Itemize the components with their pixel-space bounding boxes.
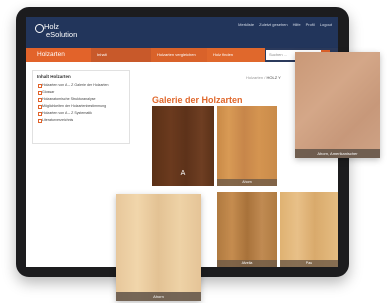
top-nav: Merkliste Zuletzt gesehen Hilfe Profil L…	[238, 22, 332, 27]
floating-sample-ahorn-amerikanisch: Ahorn, Amerikanischer	[295, 52, 380, 158]
sidebar-item-literatur[interactable]: Literaturverzeichnis	[38, 118, 109, 123]
site-header: Holz eSolution Merkliste Zuletzt gesehen…	[26, 17, 338, 48]
sidebar-item-galerie[interactable]: Holzarten von A – Z Galerie der Holzarte…	[38, 83, 109, 88]
nav-merkliste[interactable]: Merkliste	[238, 22, 254, 27]
gallery-tile-ahorn[interactable]: Ahorn	[217, 106, 277, 186]
nav-zuletzt-gesehen[interactable]: Zuletzt gesehen	[259, 22, 287, 27]
site-logo[interactable]: Holz eSolution	[35, 23, 78, 39]
breadcrumb: Holzarten / HOLZ Y	[246, 75, 281, 80]
tile-letter: A	[180, 170, 186, 177]
sidebar: Inhalt Holzarten Holzarten von A – Z Gal…	[32, 70, 130, 144]
sidebar-item-glossar[interactable]: Glossar	[38, 90, 109, 95]
sidebar-list: Holzarten von A – Z Galerie der Holzarte…	[38, 83, 109, 125]
sub-navigation: Holzarten Inhalt Holzarten vergleichen H…	[26, 48, 338, 62]
gallery-tile-letter[interactable]: A	[152, 106, 214, 186]
tile-caption: Afzelia	[217, 260, 277, 267]
gallery-tile-pau[interactable]: Pau	[280, 192, 338, 267]
section-title[interactable]: Holzarten	[26, 48, 91, 62]
nav-logout[interactable]: Logout	[320, 22, 332, 27]
floating-caption: Ahorn	[116, 292, 201, 301]
floating-sample-ahorn: Ahorn	[116, 194, 201, 301]
tab-holz-finden[interactable]: Holz finden	[207, 48, 265, 62]
breadcrumb-root[interactable]: Holzarten	[246, 75, 263, 80]
sidebar-item-systematik[interactable]: Holzarten von A – Z Systematik	[38, 111, 109, 116]
floating-caption: Ahorn, Amerikanischer	[295, 149, 380, 158]
tab-holzarten-vergleichen[interactable]: Holzarten vergleichen	[151, 48, 207, 62]
nav-profil[interactable]: Profil	[306, 22, 315, 27]
tile-caption: Pau	[280, 260, 338, 267]
breadcrumb-current: HOLZ Y	[266, 75, 281, 80]
nav-hilfe[interactable]: Hilfe	[293, 22, 301, 27]
sidebar-item-strukturanalyse[interactable]: Holzanatomische Strukturanalyse	[38, 97, 109, 102]
tab-inhalt[interactable]: Inhalt	[91, 48, 151, 62]
tile-caption: Ahorn	[217, 179, 277, 186]
gallery-tile-afzelia[interactable]: Afzelia	[217, 192, 277, 267]
sidebar-item-bestimmung[interactable]: Möglichkeiten der Holzartenbestimmung	[38, 104, 109, 109]
page-title: Galerie der Holzarten	[152, 95, 243, 105]
sidebar-title: Inhalt Holzarten	[37, 74, 71, 79]
logo-text-bottom: eSolution	[46, 30, 78, 39]
section-tabs: Inhalt Holzarten vergleichen Holz finden	[91, 48, 265, 62]
logo-icon	[35, 24, 44, 33]
